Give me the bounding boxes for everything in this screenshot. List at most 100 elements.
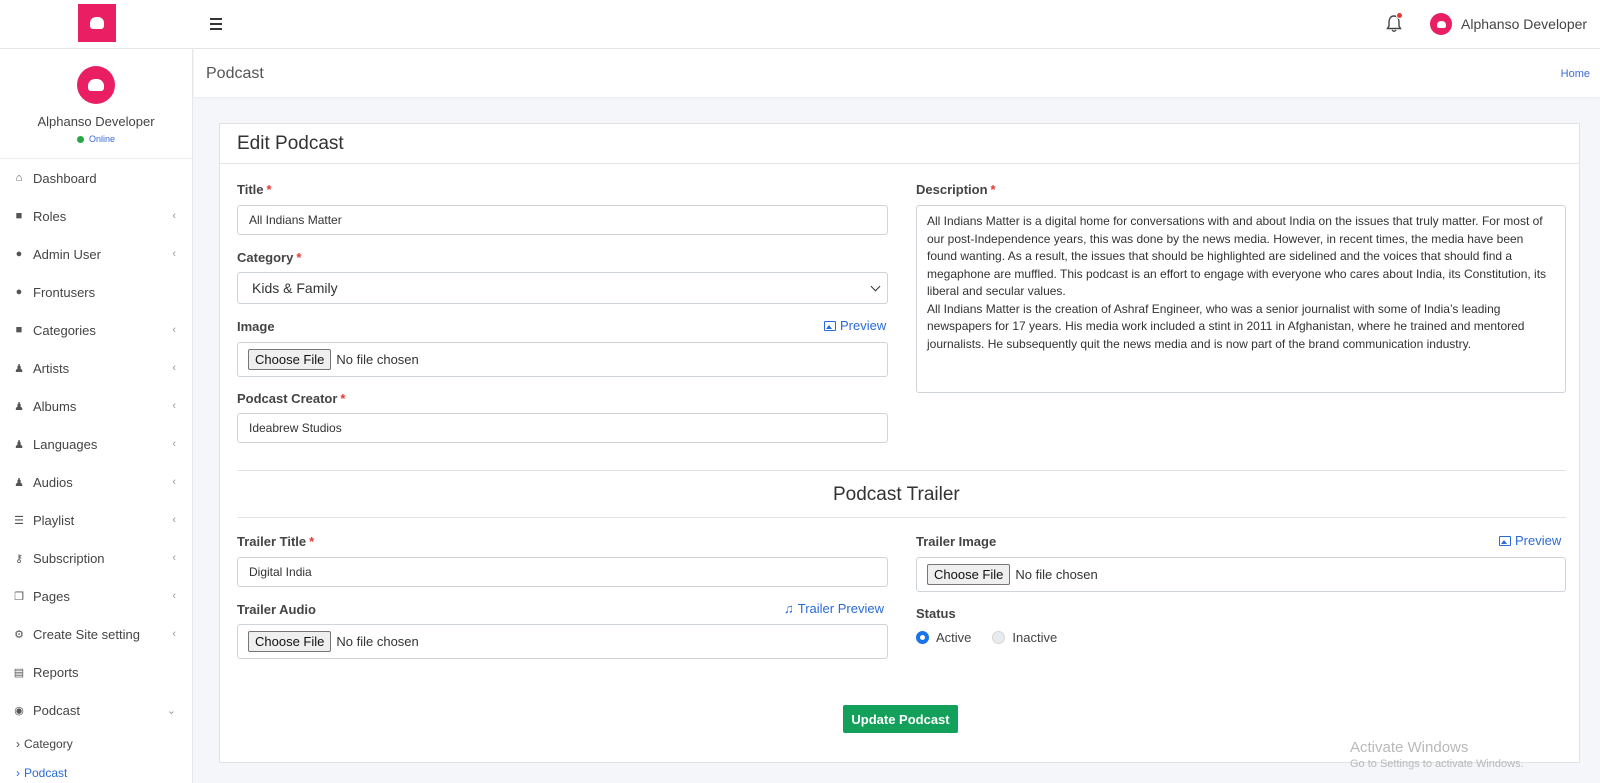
podcast-submenu: › Category › Podcast bbox=[0, 729, 192, 783]
update-podcast-button[interactable]: Update Podcast bbox=[843, 705, 958, 733]
trailer-image-file-input[interactable]: Choose File No file chosen bbox=[916, 557, 1566, 592]
category-select[interactable]: Kids & Family bbox=[237, 272, 888, 304]
list-icon: ☰ bbox=[14, 514, 24, 527]
sidebar-item-albums[interactable]: ♟ Albums ‹ bbox=[0, 387, 192, 425]
online-dot-icon bbox=[76, 135, 84, 143]
trailer-image-preview-link[interactable]: Preview bbox=[1499, 533, 1561, 548]
sidebar-item-audios[interactable]: ♟ Audios ‹ bbox=[0, 463, 192, 501]
required-mark: * bbox=[340, 391, 346, 406]
sidebar-profile: Alphanso Developer Online bbox=[0, 49, 192, 159]
chevron-left-icon: ‹ bbox=[172, 210, 176, 222]
sidebar-item-artists[interactable]: ♟ Artists ‹ bbox=[0, 349, 192, 387]
page-title: Podcast bbox=[206, 65, 264, 82]
trailer-preview-link[interactable]: ♫ Trailer Preview bbox=[784, 601, 884, 616]
status-inactive-radio[interactable] bbox=[992, 631, 1006, 644]
card-header: Edit Podcast bbox=[220, 124, 1579, 164]
section-divider bbox=[237, 517, 1566, 518]
category-label: Category * bbox=[237, 250, 302, 265]
sidebar-item-categories[interactable]: ■ Categories ‹ bbox=[0, 311, 192, 349]
app-logo[interactable] bbox=[78, 4, 116, 42]
sidebar-item-playlist[interactable]: ☰ Playlist ‹ bbox=[0, 501, 192, 539]
user-menu[interactable]: Alphanso Developer bbox=[1430, 13, 1587, 35]
sidebar-item-podcast[interactable]: ◉ Podcast ⌄ bbox=[0, 691, 192, 729]
sidebar: Alphanso Developer Online ⌂ Dashboard ■ Ro… bbox=[0, 49, 193, 783]
sidebar-item-dashboard[interactable]: ⌂ Dashboard bbox=[0, 159, 192, 197]
description-label: Description * bbox=[916, 182, 996, 197]
choose-file-button[interactable]: Choose File bbox=[248, 349, 332, 370]
avatar bbox=[1430, 13, 1452, 35]
sidebar-item-reports[interactable]: ▤ Reports bbox=[0, 653, 192, 691]
trailer-title-label: Trailer Title * bbox=[237, 534, 315, 549]
chevron-left-icon: ‹ bbox=[172, 400, 176, 412]
sidebar-item-languages[interactable]: ♟ Languages ‹ bbox=[0, 425, 192, 463]
sidebar-subitem-category[interactable]: › Category bbox=[0, 729, 192, 758]
notification-dot bbox=[1396, 12, 1403, 19]
sidebar-item-create-site-setting[interactable]: ⚙ Create Site setting ‹ bbox=[0, 615, 192, 653]
chevron-down-icon bbox=[870, 281, 881, 292]
gears-icon: ⚙ bbox=[14, 628, 24, 641]
chevron-right-icon: › bbox=[16, 736, 20, 751]
chevron-down-icon: ⌄ bbox=[166, 704, 176, 717]
windows-watermark: Activate Windows Go to Settings to activ… bbox=[1350, 739, 1524, 770]
sidebar-item-roles[interactable]: ■ Roles ‹ bbox=[0, 197, 192, 235]
sidebar-item-pages[interactable]: ❐ Pages ‹ bbox=[0, 577, 192, 615]
title-input[interactable]: All Indians Matter bbox=[237, 205, 888, 235]
chevron-left-icon: ‹ bbox=[172, 628, 176, 640]
avatar bbox=[77, 66, 115, 104]
image-preview-link[interactable]: Preview bbox=[824, 318, 886, 333]
description-paragraph: All Indians Matter is the creation of As… bbox=[927, 301, 1525, 351]
chevron-left-icon: ‹ bbox=[172, 324, 176, 336]
chevron-right-icon: › bbox=[16, 765, 20, 780]
sidebar-subitem-podcast[interactable]: › Podcast bbox=[0, 758, 192, 783]
bell-icon[interactable] bbox=[1386, 12, 1403, 35]
title-label: Title * bbox=[237, 182, 272, 197]
description-paragraph: All Indians Matter is a digital home for… bbox=[927, 214, 1547, 298]
edit-podcast-card: Edit Podcast Title * All Indians Matter C… bbox=[219, 123, 1580, 763]
trailer-audio-file-input[interactable]: Choose File No file chosen bbox=[237, 624, 888, 659]
person-icon: ♟ bbox=[14, 400, 24, 413]
sidebar-item-admin-user[interactable]: ● Admin User ‹ bbox=[0, 235, 192, 273]
status-active-radio[interactable] bbox=[916, 631, 929, 644]
status-inactive-label[interactable]: Inactive bbox=[1012, 630, 1057, 645]
chevron-left-icon: ‹ bbox=[172, 248, 176, 260]
status-badge: Online bbox=[0, 134, 192, 144]
briefcase-icon: ■ bbox=[15, 210, 23, 222]
required-mark: * bbox=[990, 182, 996, 197]
trailer-image-label: Trailer Image bbox=[916, 534, 997, 549]
trailer-section-title: Podcast Trailer bbox=[833, 484, 960, 505]
card-title: Edit Podcast bbox=[237, 132, 344, 154]
music-icon: ♫ bbox=[784, 601, 794, 616]
file-excel-icon: ▤ bbox=[13, 666, 25, 679]
sidebar-menu: ⌂ Dashboard ■ Roles ‹ ● Admin User ‹ ● Frontus… bbox=[0, 159, 192, 729]
chevron-left-icon: ‹ bbox=[172, 438, 176, 450]
description-textarea[interactable]: All Indians Matter is a digital home for… bbox=[916, 205, 1566, 393]
podcast-icon: ◉ bbox=[14, 704, 24, 717]
choose-file-button[interactable]: Choose File bbox=[248, 631, 332, 652]
person-icon: ♟ bbox=[14, 438, 24, 451]
image-icon bbox=[1499, 535, 1511, 546]
trailer-title-input[interactable]: Digital India bbox=[237, 557, 888, 587]
chevron-left-icon: ‹ bbox=[172, 552, 176, 564]
users-icon: ● bbox=[15, 286, 23, 298]
breadcrumb-home[interactable]: Home bbox=[1561, 68, 1590, 80]
section-divider bbox=[237, 470, 1566, 471]
required-mark: * bbox=[296, 250, 302, 265]
chevron-left-icon: ‹ bbox=[172, 590, 176, 602]
status-radio-group: Active Inactive bbox=[916, 630, 1057, 645]
user-name: Alphanso Developer bbox=[1461, 16, 1588, 32]
image-label: Image bbox=[237, 319, 275, 334]
menu-icon[interactable] bbox=[210, 18, 222, 30]
chevron-left-icon: ‹ bbox=[172, 514, 176, 526]
briefcase-icon: ■ bbox=[15, 324, 23, 336]
creator-label: Podcast Creator * bbox=[237, 391, 346, 406]
creator-input[interactable]: Ideabrew Studios bbox=[237, 413, 888, 443]
choose-file-button[interactable]: Choose File bbox=[927, 564, 1011, 585]
profile-name: Alphanso Developer bbox=[37, 114, 155, 129]
page-header: Podcast Home bbox=[194, 49, 1600, 97]
copy-icon: ❐ bbox=[14, 590, 24, 603]
status-active-label[interactable]: Active bbox=[936, 630, 971, 645]
person-icon: ♟ bbox=[14, 362, 24, 375]
sidebar-item-subscription[interactable]: ⚷ Subscription ‹ bbox=[0, 539, 192, 577]
sidebar-item-frontusers[interactable]: ● Frontusers bbox=[0, 273, 192, 311]
image-file-input[interactable]: Choose File No file chosen bbox=[237, 342, 888, 377]
